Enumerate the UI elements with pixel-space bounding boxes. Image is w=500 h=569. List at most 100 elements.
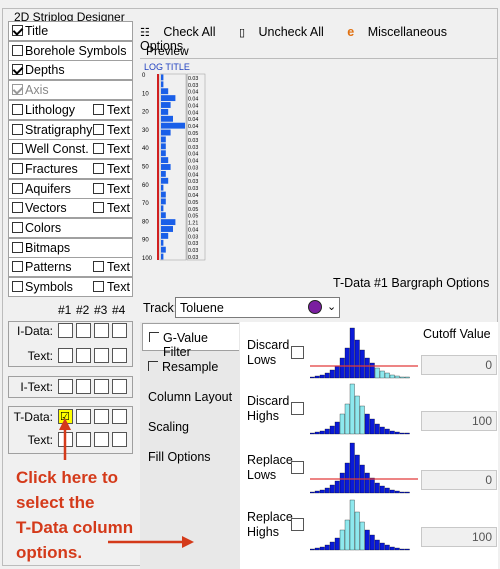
cutoff-value-input[interactable]: 100 (421, 411, 497, 431)
preview-bar (161, 108, 169, 115)
option-checkbox[interactable] (12, 182, 23, 194)
histogram-bar (389, 546, 395, 551)
uncheck-all-button[interactable]: ▯ Uncheck All (239, 25, 337, 39)
histogram-bar (319, 546, 325, 551)
option-label: Colors (25, 221, 62, 235)
filter-checkbox[interactable] (291, 461, 304, 474)
histogram-bar (329, 541, 335, 551)
grid-cell-checkbox[interactable] (58, 378, 73, 394)
histogram-bar (339, 529, 345, 551)
histogram-bar (374, 539, 380, 551)
grid-cell-checkbox[interactable] (76, 322, 91, 338)
text-option-checkbox[interactable] (93, 123, 104, 135)
filter-label-line1: Discard (247, 394, 290, 408)
chevron-down-icon[interactable]: ⌄ (327, 300, 336, 313)
filter-histogram (310, 327, 418, 379)
cutoff-value-input[interactable]: 100 (421, 527, 497, 547)
option-row-vectors: Vectors Text (8, 198, 133, 219)
preview-bar (161, 122, 185, 129)
option-checkbox[interactable] (12, 261, 23, 273)
option-checkbox[interactable] (12, 202, 23, 214)
grid-cell-checkbox[interactable] (94, 408, 109, 424)
grid-cell-checkbox[interactable]: ☑ (58, 408, 73, 424)
option-checkbox[interactable] (12, 25, 23, 36)
preview-depth-tick: 10 (142, 91, 149, 97)
option-checkbox[interactable] (12, 281, 23, 293)
histogram-bar (379, 426, 385, 435)
grid-cell-checkbox[interactable] (58, 347, 73, 363)
histogram-bar (349, 499, 355, 551)
option-checkbox[interactable] (12, 143, 23, 155)
filter-checkbox[interactable] (291, 518, 304, 531)
histogram-bar (394, 431, 400, 435)
histogram-bar (354, 395, 360, 435)
option-checkbox[interactable] (12, 103, 23, 115)
grid-cell-checkbox[interactable] (58, 431, 73, 447)
cutoff-value-label: Cutoff Value (423, 327, 491, 341)
option-checkbox[interactable] (12, 84, 23, 96)
tab-label: Fill Options (148, 450, 211, 464)
filter-checkbox[interactable] (291, 346, 304, 359)
tab-fill-options[interactable]: Fill Options (142, 443, 239, 471)
track-select[interactable]: Toluene ⌄ (175, 297, 340, 318)
text-option-checkbox[interactable] (93, 103, 104, 115)
preview-value: 0.03 (188, 138, 198, 144)
histogram-bar (359, 405, 365, 435)
grid-cell-checkbox[interactable] (94, 322, 109, 338)
tab-g-value-filter[interactable]: G-Value Filter (142, 323, 239, 359)
histogram-bar (394, 547, 400, 551)
column-header: #1 (58, 302, 72, 317)
histogram-bar (389, 489, 395, 494)
preview-bar (161, 102, 171, 108)
grid-cell-checkbox[interactable] (112, 431, 127, 447)
grid-cell-checkbox[interactable] (112, 408, 127, 424)
option-checkbox[interactable] (12, 162, 23, 174)
check-all-button[interactable]: ☷ Check All (140, 25, 229, 39)
preview-bar (161, 191, 166, 198)
filter-checkbox[interactable] (291, 402, 304, 415)
histogram-bar (399, 432, 405, 435)
column-header: #4 (112, 302, 126, 317)
grid-cell-checkbox[interactable] (112, 378, 127, 394)
option-checkbox[interactable] (12, 44, 23, 56)
text-option-checkbox[interactable] (93, 281, 104, 293)
text-option-checkbox[interactable] (93, 261, 104, 273)
text-option-checkbox[interactable] (93, 182, 104, 194)
text-option-checkbox[interactable] (93, 162, 104, 174)
histogram-bar (399, 376, 405, 379)
grid-cell-checkbox[interactable] (76, 408, 91, 424)
grid-cell-checkbox[interactable] (94, 378, 109, 394)
grid-cell-checkbox[interactable] (76, 378, 91, 394)
tab-checkbox[interactable] (149, 332, 159, 342)
filter-histogram (310, 383, 410, 435)
option-checkbox[interactable] (12, 64, 23, 76)
histogram-bar (344, 403, 350, 435)
cutoff-value-input[interactable]: 0 (421, 470, 497, 490)
filter-histogram (310, 442, 418, 494)
grid-cell-checkbox[interactable] (76, 431, 91, 447)
option-label: Axis (25, 83, 49, 98)
tab-checkbox[interactable] (148, 361, 158, 371)
text-option-checkbox[interactable] (93, 202, 104, 214)
grid-cell-checkbox[interactable] (112, 322, 127, 338)
column-header: #3 (94, 302, 108, 317)
grid-cell-checkbox[interactable] (94, 347, 109, 363)
grid-cell-checkbox[interactable] (112, 347, 127, 363)
option-checkbox[interactable] (12, 222, 23, 233)
tab-column-layout[interactable]: Column Layout (142, 383, 239, 411)
option-checkbox[interactable] (12, 241, 23, 253)
grid-cell-checkbox[interactable] (76, 347, 91, 363)
option-row-lithology: Lithology Text (8, 99, 133, 120)
preview-log-title: LOG TITLE (144, 62, 190, 72)
preview-value: 0.04 (188, 90, 198, 96)
cutoff-value-input[interactable]: 0 (421, 355, 497, 375)
preview-value: 0.04 (188, 172, 198, 178)
grid-cell-checkbox[interactable] (58, 322, 73, 338)
text-option-checkbox[interactable] (93, 143, 104, 155)
preview-value: 0.03 (188, 76, 198, 82)
option-checkbox[interactable] (12, 123, 23, 135)
preview-bar (161, 88, 169, 95)
tab-scaling[interactable]: Scaling (142, 413, 239, 441)
tab-resample[interactable]: Resample (142, 353, 239, 381)
grid-cell-checkbox[interactable] (94, 431, 109, 447)
